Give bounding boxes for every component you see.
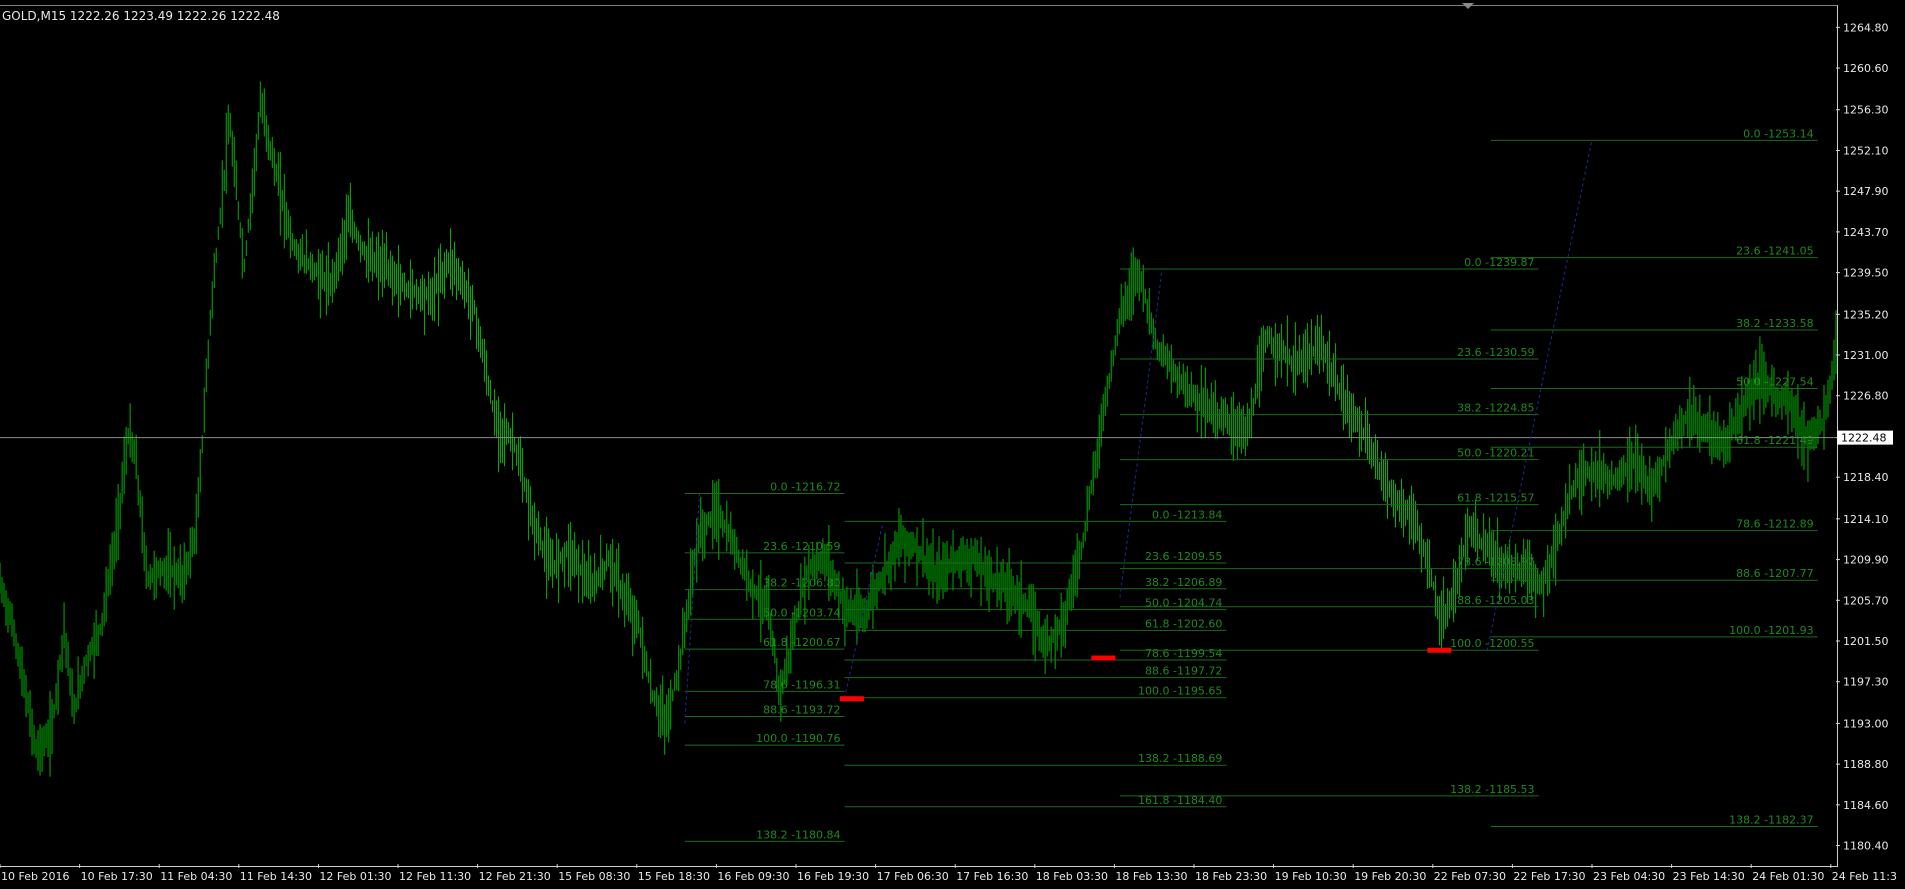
time-tick-label: 22 Feb 17:30: [1513, 870, 1585, 883]
time-tick-label: 12 Feb 01:30: [319, 870, 391, 883]
fib-level-label: 138.2 -1188.69: [1138, 752, 1222, 765]
time-tick-label: 12 Feb 11:30: [399, 870, 471, 883]
price-tick-label: 1180.40: [1843, 840, 1889, 853]
fib-level-label: 23.6 -1209.55: [1145, 550, 1222, 563]
price-tick-label: 1214.10: [1843, 513, 1889, 526]
time-tick-label: 15 Feb 08:30: [558, 870, 630, 883]
time-tick-label: 16 Feb 09:30: [717, 870, 789, 883]
time-tick-label: 11 Feb 14:30: [240, 870, 312, 883]
time-tick-label: 18 Feb 03:30: [1036, 870, 1108, 883]
fib-level-label: 138.2 -1185.53: [1450, 783, 1534, 796]
fib-level-label: 23.6 -1241.05: [1736, 245, 1813, 258]
price-tick-label: 1197.30: [1843, 676, 1889, 689]
time-tick-label: 19 Feb 20:30: [1354, 870, 1426, 883]
fib-level-label: 38.2 -1233.58: [1736, 317, 1813, 330]
time-tick-label: 23 Feb 14:30: [1673, 870, 1745, 883]
fib-level-label: 38.2 -1224.85: [1457, 402, 1534, 415]
fib-level-label: 100.0 -1195.65: [1138, 685, 1222, 698]
price-tick-label: 1193.00: [1843, 717, 1889, 730]
trend-line: [1119, 268, 1163, 598]
fib-level-label: 0.0 -1213.84: [1152, 508, 1222, 521]
fib-level-label: 50.0 -1203.74: [763, 606, 840, 619]
fib-level-label: 50.0 -1204.74: [1145, 597, 1222, 610]
fib-level-label: 100.0 -1200.55: [1450, 637, 1534, 650]
time-tick-label: 23 Feb 04:30: [1593, 870, 1665, 883]
price-tick-label: 1218.40: [1843, 471, 1889, 484]
time-tick-label: 24 Feb 01:30: [1752, 870, 1824, 883]
candles-group: [0, 81, 1837, 777]
fib-level-label: 100.0 -1201.93: [1729, 624, 1813, 637]
time-axis: 10 Feb 2016 10 Feb 17:30 11 Feb 04:30 11 Fe…: [0, 864, 1897, 883]
signal-marker: [839, 696, 864, 702]
time-tick-label: 10 Feb 2016: [1, 870, 69, 883]
time-tick-label: 18 Feb 13:30: [1115, 870, 1187, 883]
time-tick-label: 17 Feb 06:30: [877, 870, 949, 883]
price-tick-label: 1184.60: [1843, 799, 1889, 812]
price-chart[interactable]: 0.0 -1216.72 23.6 -1210.59 38.2 -1206.80 50…: [0, 0, 1905, 889]
price-tick-label: 1201.50: [1843, 635, 1889, 648]
time-tick-label: 19 Feb 10:30: [1275, 870, 1347, 883]
time-tick-label: 12 Feb 21:30: [479, 870, 551, 883]
time-tick-label: 24 Feb 11:3: [1832, 870, 1897, 883]
fib-level-label: 0.0 -1216.72: [770, 480, 840, 493]
time-tick-label: 11 Feb 04:30: [160, 870, 232, 883]
price-tick-label: 1209.90: [1843, 554, 1889, 567]
price-tick-label: 1226.80: [1843, 390, 1889, 403]
price-tick-label: 1260.60: [1843, 62, 1889, 75]
fib-level-label: 138.2 -1180.84: [756, 828, 840, 841]
fib-level-label: 78.6 -1196.31: [763, 678, 840, 691]
fib-level-label: 61.8 -1202.60: [1145, 617, 1222, 630]
scroll-shift-marker-icon[interactable]: [1462, 3, 1474, 9]
fib-level-label: 61.8 -1221.49: [1736, 434, 1813, 447]
fib-level-label: 100.0 -1190.76: [756, 732, 840, 745]
price-tick-label: 1256.30: [1843, 104, 1889, 117]
price-tick-label: 1243.70: [1843, 226, 1889, 239]
time-tick-label: 22 Feb 07:30: [1434, 870, 1506, 883]
chart-window[interactable]: 0.0 -1216.72 23.6 -1210.59 38.2 -1206.80 50…: [0, 0, 1905, 889]
fib-level-label: 61.8 -1215.57: [1457, 492, 1534, 505]
fib-level-label: 138.2 -1182.37: [1729, 813, 1813, 826]
fib-level-label: 50.0 -1220.21: [1457, 447, 1534, 460]
fib-level-label: 88.6 -1207.77: [1736, 567, 1813, 580]
fib-level-label: 61.8 -1200.67: [763, 636, 840, 649]
fib-level-label: 38.2 -1206.80: [763, 577, 840, 590]
fib-level-label: 78.6 -1208.97: [1457, 556, 1534, 569]
signal-marker: [1091, 655, 1116, 661]
fib-level-label: 88.6 -1197.72: [1145, 665, 1222, 678]
fib-level-label: 78.6 -1199.54: [1145, 647, 1222, 660]
fib-level-label: 88.6 -1205.03: [1457, 594, 1534, 607]
fib-level-label: 38.2 -1206.89: [1145, 576, 1222, 589]
price-tick-label: 1188.80: [1843, 758, 1889, 771]
chart-title: GOLD,M15 1222.26 1223.49 1222.26 1222.48: [2, 9, 280, 23]
price-tick-label: 1205.70: [1843, 594, 1889, 607]
fib-level-label: 50.0 -1227.54: [1736, 376, 1813, 389]
price-tick-label: 1231.00: [1843, 349, 1889, 362]
time-tick-label: 16 Feb 19:30: [797, 870, 869, 883]
time-tick-label: 17 Feb 16:30: [956, 870, 1028, 883]
fib-level-label: 78.6 -1212.89: [1736, 518, 1813, 531]
fib-level-label: 23.6 -1210.59: [763, 540, 840, 553]
signal-marker: [1427, 647, 1452, 653]
price-tick-label: 1252.10: [1843, 144, 1889, 157]
time-tick-label: 10 Feb 17:30: [81, 870, 153, 883]
price-axis: 1264.80 1260.60 1256.30 1252.10 1247.90 1243.…: [1836, 21, 1893, 853]
fib-retracement-1: 0.0 -1216.72 23.6 -1210.59 38.2 -1206.80 50…: [684, 480, 845, 842]
fib-level-label: 88.6 -1193.72: [763, 703, 840, 716]
fib-level-label: 23.6 -1230.59: [1457, 346, 1534, 359]
price-tick-label: 1247.90: [1843, 185, 1889, 198]
price-tick-label: 1235.20: [1843, 308, 1889, 321]
price-tick-label: 1264.80: [1843, 21, 1889, 34]
current-price-label: 1222.48: [1841, 432, 1887, 445]
price-tick-label: 1239.50: [1843, 267, 1889, 280]
time-tick-label: 18 Feb 23:30: [1195, 870, 1267, 883]
fib-level-label: 0.0 -1253.14: [1743, 127, 1813, 140]
time-tick-label: 15 Feb 18:30: [638, 870, 710, 883]
